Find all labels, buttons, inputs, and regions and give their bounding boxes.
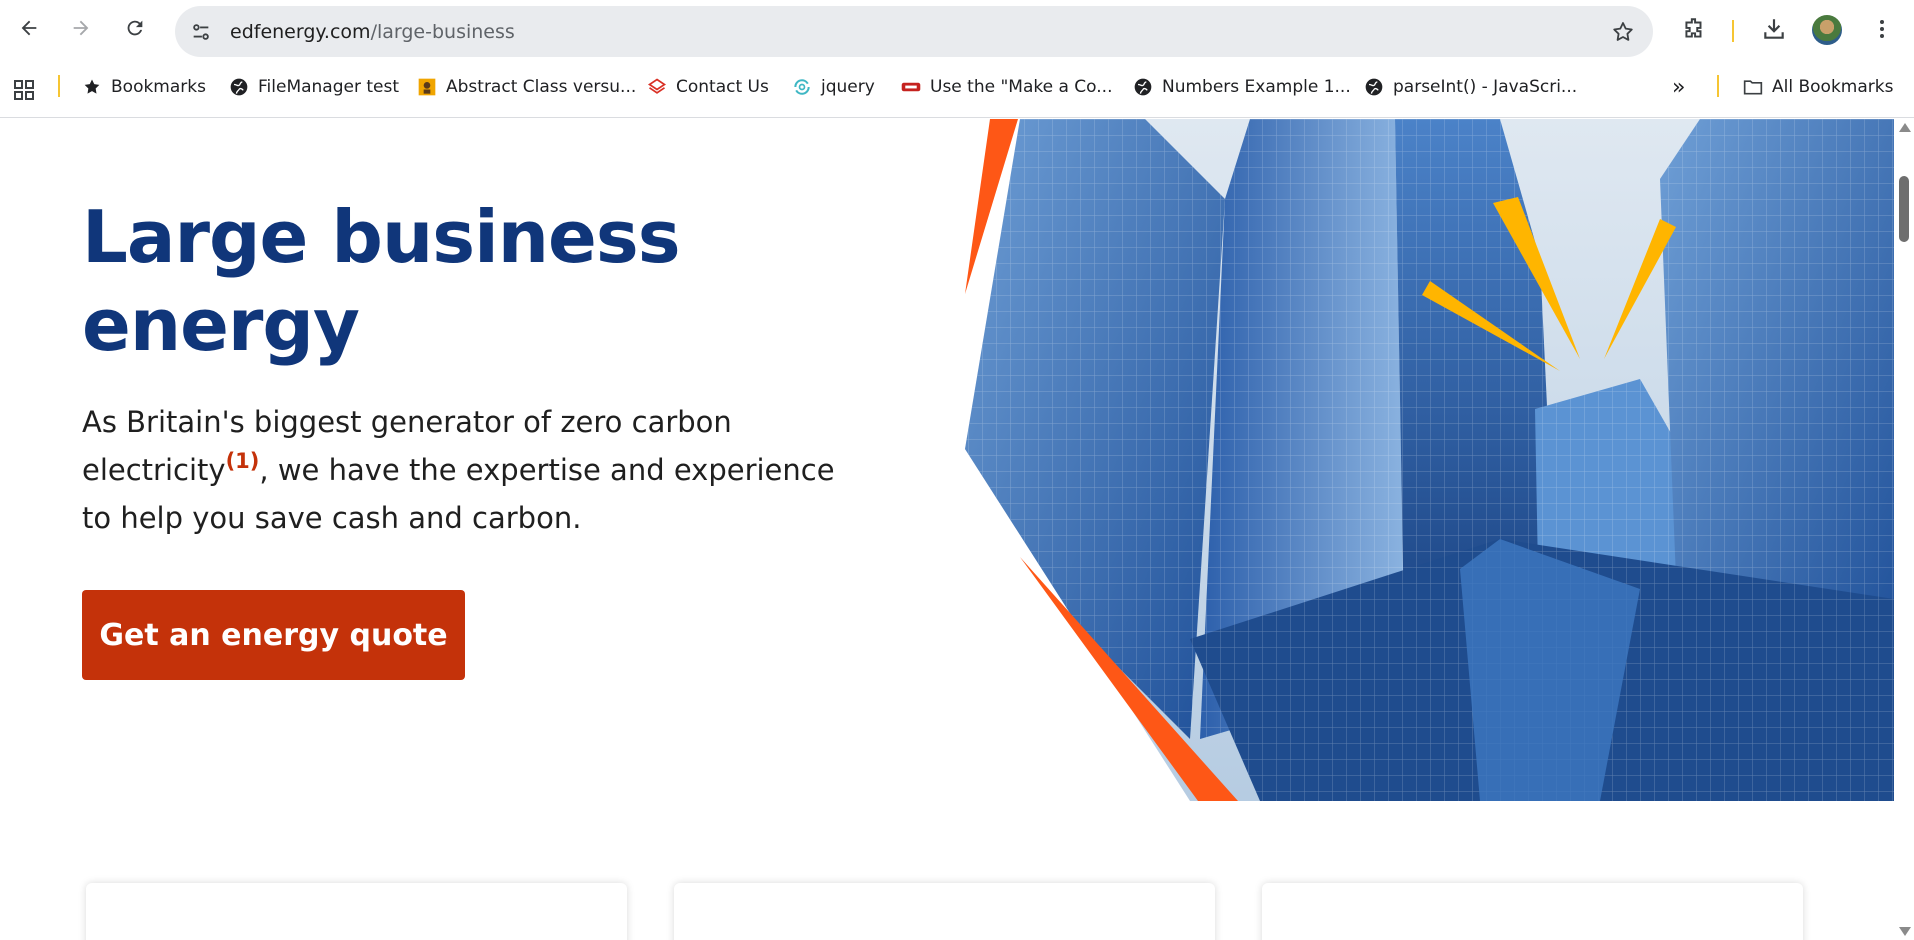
url-text[interactable]: edfenergy.com/large-business [230,21,515,43]
page-content: Large business energy As Britain's bigge… [0,119,1894,940]
bookmark-item-abstract-class[interactable]: Abstract Class versu... [417,75,636,99]
star-icon [82,77,102,97]
globe-icon [1133,77,1153,97]
bookmark-label: FileManager test [258,77,400,97]
globe-icon [229,77,249,97]
forward-button[interactable] [64,11,98,45]
profile-avatar[interactable] [1812,15,1842,45]
bookmark-label: Abstract Class versu... [446,77,637,97]
url-path: /large-business [370,21,515,43]
bookmark-item-make-a-copy[interactable]: Use the "Make a Co... [901,75,1112,99]
scroll-up-arrow-icon[interactable] [1899,123,1911,132]
bookmarks-divider-right [1717,75,1719,97]
download-icon[interactable] [1756,11,1792,47]
arrow-right-icon [73,20,89,36]
globe-icon [1364,77,1384,97]
scroll-down-arrow-icon[interactable] [1899,927,1911,936]
get-energy-quote-button[interactable]: Get an energy quote [82,590,465,680]
bookmark-item-numbers-example[interactable]: Numbers Example 1... [1133,75,1351,99]
hero-image [965,119,1894,801]
folder-icon [1743,77,1763,97]
site-favicon-icon [647,77,667,97]
site-favicon-icon [901,77,921,97]
chevron-double-right-icon: » [1672,74,1686,100]
footnote-link[interactable]: (1) [226,449,260,473]
bookmark-item-jquery[interactable]: jquery [792,75,875,99]
bookmark-item-bookmarks[interactable]: Bookmarks [82,75,206,99]
back-button[interactable] [12,11,46,45]
bookmark-label: Bookmarks [111,77,206,97]
arrow-left-icon [21,20,37,36]
menu-kebab-icon[interactable] [1864,11,1900,47]
bookmark-item-contact-us[interactable]: Contact Us [647,75,769,99]
bookmark-star-icon[interactable] [1609,18,1637,46]
feature-card-2[interactable] [674,883,1215,940]
site-favicon-icon [792,77,812,97]
bookmark-item-filemanager[interactable]: FileManager test [229,75,399,99]
reload-button[interactable] [118,11,152,45]
extensions-icon[interactable] [1676,11,1712,47]
browser-toolbar: edfenergy.com/large-business [0,0,1914,62]
all-bookmarks-label: All Bookmarks [1772,77,1894,97]
bookmarks-divider [58,75,60,97]
toolbar-divider [1732,20,1734,42]
apps-grid-icon[interactable] [12,78,36,102]
page-title: Large business energy [82,195,681,367]
more-bookmarks-button[interactable]: » [1672,74,1686,100]
bookmark-label: Numbers Example 1... [1162,77,1351,97]
url-domain: edfenergy.com [230,21,371,43]
scroll-thumb[interactable] [1899,176,1909,242]
bookmark-label: Use the "Make a Co... [930,77,1113,97]
page-scrollbar[interactable] [1894,119,1914,940]
all-bookmarks-button[interactable]: All Bookmarks [1743,75,1893,99]
address-bar[interactable]: edfenergy.com/large-business [175,6,1653,57]
reload-icon [127,20,143,36]
bookmark-item-parseint[interactable]: parseInt() - JavaScri... [1364,75,1577,99]
hero-description: As Britain's biggest generator of zero c… [82,398,842,542]
bookmark-label: parseInt() - JavaScri... [1393,77,1578,97]
feature-card-1[interactable] [86,883,627,940]
site-favicon-icon [417,77,437,97]
bookmark-label: Contact Us [676,77,769,97]
bookmark-label: jquery [821,77,875,97]
feature-card-3[interactable] [1262,883,1803,940]
site-info-icon[interactable] [187,18,215,46]
